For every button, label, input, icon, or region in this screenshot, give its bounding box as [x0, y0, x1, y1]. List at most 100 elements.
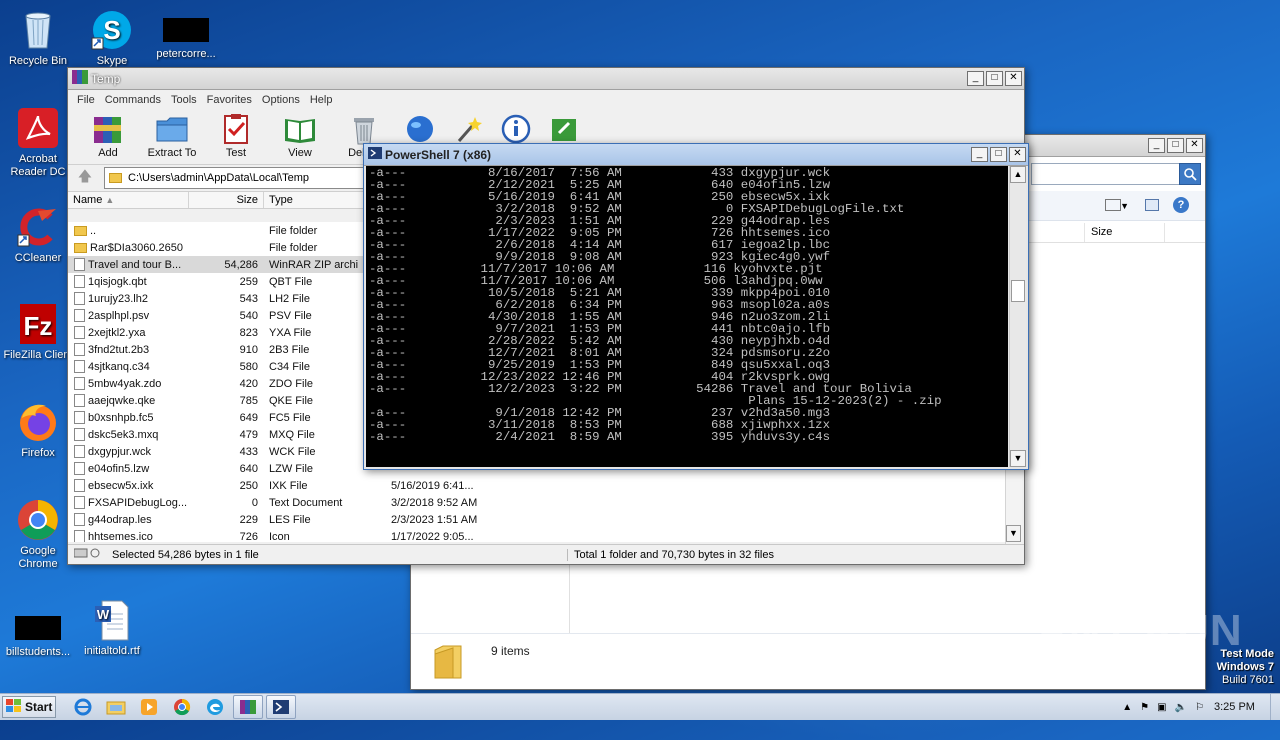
- tray-flag-icon[interactable]: ⚑: [1140, 702, 1149, 713]
- powershell-titlebar[interactable]: PowerShell 7 (x86) _ □ ✕: [364, 144, 1028, 166]
- tray-action-center-icon[interactable]: ⚐: [1195, 702, 1204, 713]
- skype-icon: S: [90, 8, 134, 52]
- file-size-cell: 259: [239, 275, 258, 288]
- menu-favorites[interactable]: Favorites: [202, 94, 257, 106]
- show-desktop-button[interactable]: [1270, 694, 1280, 720]
- firefox-icon: [16, 400, 60, 444]
- menu-options[interactable]: Options: [257, 94, 305, 106]
- taskbar-edge-icon[interactable]: [200, 695, 230, 719]
- status-selected: Selected 54,286 bytes in 1 file: [112, 548, 568, 561]
- file-name-cell: 3fnd2tut.2b3: [68, 343, 189, 356]
- file-size-cell: 540: [239, 309, 258, 322]
- acrobat-icon: [16, 106, 60, 150]
- taskbar-powershell-icon[interactable]: [266, 695, 296, 719]
- desktop-icon-firefox[interactable]: Firefox: [0, 400, 76, 460]
- file-name-cell: ebsecw5x.ixk: [68, 479, 189, 492]
- menu-help[interactable]: Help: [305, 94, 338, 106]
- desktop-icon-ccleaner[interactable]: CCleaner: [0, 205, 76, 265]
- folder-icon: [109, 173, 122, 183]
- desktop-icon-skype[interactable]: S Skype: [74, 8, 150, 68]
- desktop-icon-filezilla[interactable]: Fz FileZilla Client: [0, 302, 76, 362]
- clipboard-check-icon: [219, 113, 253, 145]
- recycle-bin-icon: [16, 8, 60, 52]
- desktop-icon-initialtold[interactable]: W initialtold.rtf: [74, 598, 150, 658]
- file-icon: [74, 360, 85, 373]
- scroll-down-arrow[interactable]: ▼: [1006, 525, 1021, 542]
- file-name-cell: 2xejtkl2.yxa: [68, 326, 189, 339]
- file-name-cell: dskc5ek3.mxq: [68, 428, 189, 441]
- start-button[interactable]: Start: [2, 696, 56, 718]
- trash-icon: [347, 113, 381, 145]
- chevron-down-icon[interactable]: ▼: [1120, 201, 1129, 211]
- file-name-cell: g44odrap.les: [68, 513, 189, 526]
- taskbar-explorer-icon[interactable]: [101, 695, 131, 719]
- repair-button[interactable]: [544, 113, 584, 147]
- tray-volume-icon[interactable]: 🔈: [1175, 702, 1187, 713]
- taskbar-clock[interactable]: 3:25 PM: [1214, 701, 1270, 713]
- help-icon[interactable]: ?: [1173, 197, 1189, 213]
- file-name-cell: 1urujy23.lh2: [68, 292, 189, 305]
- console-output[interactable]: -a--- 8/16/2017 7:56 AM 433 dxgypjur.wck…: [366, 166, 1008, 467]
- tray-expand-icon[interactable]: ▲: [1122, 702, 1132, 713]
- explorer-search-input[interactable]: [1031, 163, 1191, 185]
- find-button[interactable]: [400, 113, 440, 147]
- table-row[interactable]: hhtsemes.ico 726 Icon 1/17/2022 9:05...: [68, 528, 1006, 542]
- path-input[interactable]: C:\Users\admin\AppData\Local\Temp: [104, 167, 364, 189]
- desktop-icon-acrobat[interactable]: Acrobat Reader DC: [0, 106, 76, 179]
- close-button[interactable]: ✕: [1005, 71, 1022, 86]
- column-size-header[interactable]: Size: [1085, 223, 1165, 242]
- table-row[interactable]: FXSAPIDebugLog... 0 Text Document 3/2/2018 …: [68, 494, 1006, 511]
- file-size-cell: 910: [239, 343, 258, 356]
- menu-file[interactable]: File: [72, 94, 100, 106]
- wizard-button[interactable]: [448, 113, 488, 147]
- taskbar-ie-icon[interactable]: [68, 695, 98, 719]
- up-arrow-icon[interactable]: 🡅: [72, 166, 98, 190]
- minimize-button[interactable]: _: [971, 147, 988, 162]
- search-icon[interactable]: [1179, 163, 1201, 185]
- desktop-icon-label: petercorre...: [156, 48, 216, 60]
- preview-pane-icon[interactable]: [1145, 199, 1159, 211]
- menu-commands[interactable]: Commands: [100, 94, 166, 106]
- add-button[interactable]: Add: [80, 113, 136, 159]
- file-name-cell: 2asplhpl.psv: [68, 309, 189, 322]
- file-icon: [74, 530, 85, 542]
- desktop-icon-petercorre[interactable]: petercorre...: [148, 8, 224, 61]
- maximize-button[interactable]: □: [986, 71, 1003, 86]
- extract-to-button[interactable]: Extract To: [144, 113, 200, 159]
- taskbar-chrome-icon[interactable]: [167, 695, 197, 719]
- minimize-button[interactable]: _: [967, 71, 984, 86]
- test-mode-text: Test Mode Windows 7 Build 7601: [1216, 648, 1274, 686]
- view-button[interactable]: View: [272, 113, 328, 159]
- table-row[interactable]: ebsecw5x.ixk 250 IXK File 5/16/2019 6:41...: [68, 477, 1006, 494]
- powershell-window[interactable]: PowerShell 7 (x86) _ □ ✕ -a--- 8/16/2017…: [363, 143, 1029, 470]
- taskbar-media-player-icon[interactable]: [134, 695, 164, 719]
- column-size-header[interactable]: Size: [189, 192, 264, 208]
- scroll-up-arrow[interactable]: ▲: [1010, 166, 1026, 183]
- menu-tools[interactable]: Tools: [166, 94, 202, 106]
- winrar-titlebar[interactable]: Temp _ □ ✕: [68, 68, 1024, 90]
- desktop-icon-chrome[interactable]: Google Chrome: [0, 498, 76, 571]
- table-row[interactable]: g44odrap.les 229 LES File 2/3/2023 1:51 AM: [68, 511, 1006, 528]
- close-button[interactable]: ✕: [1009, 147, 1026, 162]
- desktop-icon-recycle-bin[interactable]: Recycle Bin: [0, 8, 76, 68]
- test-button[interactable]: Test: [208, 113, 264, 159]
- desktop-icon-billstudents[interactable]: billstudents...: [0, 606, 76, 659]
- info-button[interactable]: [496, 113, 536, 147]
- close-button[interactable]: ✕: [1186, 138, 1203, 153]
- column-name-header[interactable]: Name ▲: [68, 192, 189, 208]
- view-options-icon[interactable]: [1105, 199, 1121, 211]
- winrar-app-icon: [72, 70, 88, 87]
- file-icon: [74, 258, 85, 271]
- maximize-button[interactable]: □: [990, 147, 1007, 162]
- scroll-down-arrow[interactable]: ▼: [1010, 450, 1026, 467]
- file-size-cell: 580: [239, 360, 258, 373]
- console-scrollbar[interactable]: ▲ ▼: [1009, 166, 1026, 467]
- chrome-icon: [16, 498, 60, 542]
- tray-network-icon[interactable]: ▣: [1157, 702, 1166, 713]
- file-size-cell: 433: [239, 445, 258, 458]
- taskbar-winrar-icon[interactable]: [233, 695, 263, 719]
- minimize-button[interactable]: _: [1148, 138, 1165, 153]
- winrar-statusbar: Selected 54,286 bytes in 1 file Total 1 …: [68, 544, 1024, 564]
- maximize-button[interactable]: □: [1167, 138, 1184, 153]
- scroll-thumb[interactable]: [1011, 280, 1025, 302]
